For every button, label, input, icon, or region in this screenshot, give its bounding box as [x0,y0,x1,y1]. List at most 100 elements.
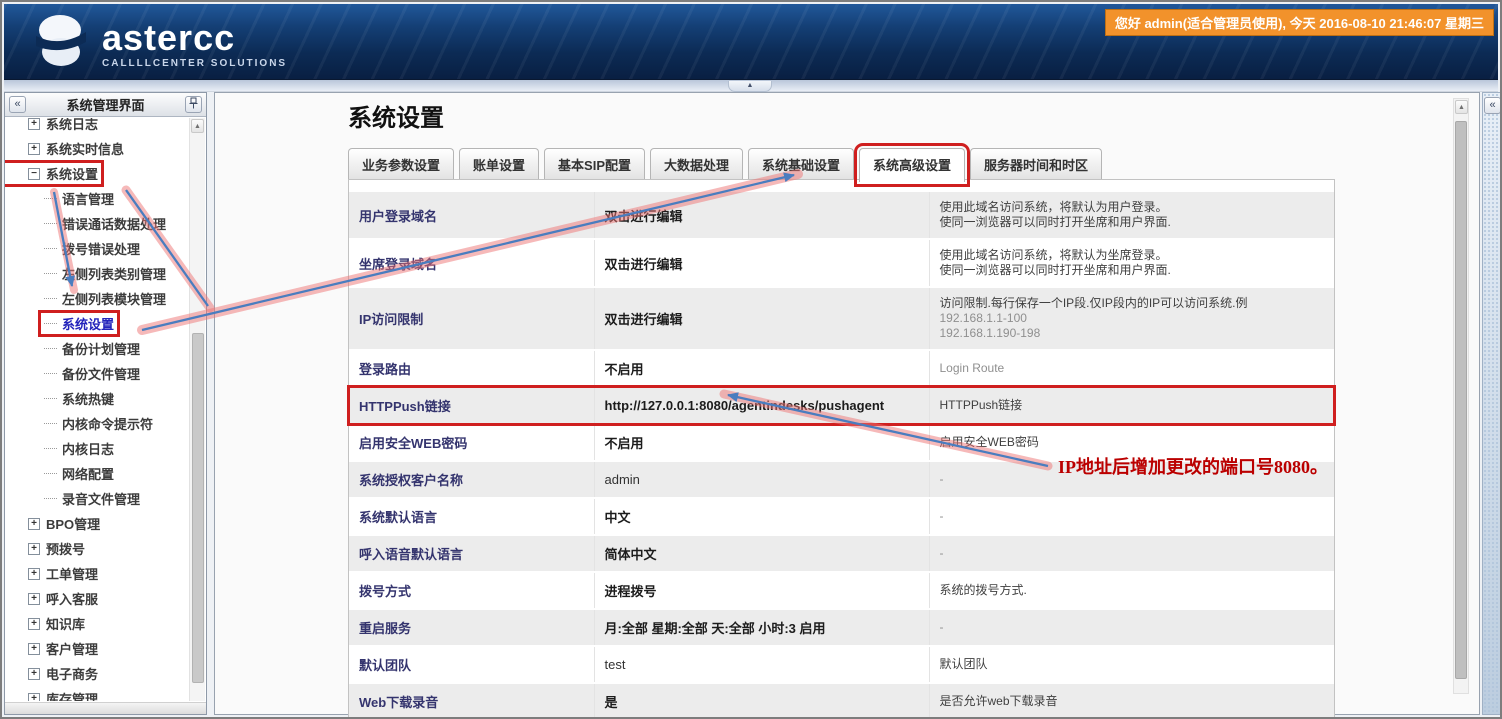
right-panel-collapse-button[interactable]: « [1484,97,1501,114]
tab[interactable]: 账单设置 [459,148,539,180]
scroll-up-button[interactable]: ▲ [1455,100,1468,114]
sidebar-tree-item[interactable]: 语言管理 [5,186,188,211]
main-scrollbar-thumb[interactable] [1455,121,1467,679]
sidebar-tree-item[interactable]: + 知识库 [5,611,188,636]
sidebar-tree-item[interactable]: 错误通话数据处理 [5,211,188,236]
settings-row: HTTPPush链接 http://127.0.0.1:8080/agentin… [349,387,1334,424]
tab[interactable]: 服务器时间和时区 [970,148,1102,180]
tree-item-label: 系统实时信息 [46,139,124,158]
setting-value[interactable]: 中文 [594,498,929,535]
setting-value[interactable]: 不启用 [594,424,929,461]
sidebar-collapse-button[interactable]: « [9,96,26,113]
expand-toggle-icon[interactable]: + [28,593,40,605]
tree-item-label: 网络配置 [62,464,114,483]
setting-value[interactable]: test [594,646,929,683]
sidebar-tree-item[interactable]: + 工单管理 [5,561,188,586]
expand-toggle-icon[interactable]: + [28,568,40,580]
sidebar-tree-item[interactable]: + BPO管理 [5,511,188,536]
setting-value[interactable]: admin [594,461,929,498]
sidebar-tree-item[interactable]: 备份计划管理 [5,336,188,361]
sidebar-tree-item[interactable]: + 电子商务 [5,661,188,686]
tree-item-label: 预拨号 [46,539,85,558]
setting-description: - [929,498,1334,535]
scroll-up-icon: ▲ [194,123,201,130]
setting-value[interactable]: 双击进行编辑 [594,192,929,239]
setting-label: 呼入语音默认语言 [349,535,594,572]
setting-value[interactable]: 简体中文 [594,535,929,572]
pin-icon [189,100,198,112]
page-title: 系统设置 [348,98,444,133]
setting-label: 系统默认语言 [349,498,594,535]
sidebar-tree-item[interactable]: 系统设置 [5,311,188,336]
sidebar-tree-item[interactable]: 拨号错误处理 [5,236,188,261]
sidebar-scrollbar[interactable]: ▲ [189,118,205,701]
tree-item-label: 系统日志 [46,118,98,133]
setting-value[interactable]: 双击进行编辑 [594,239,929,287]
setting-label: Web下载录音 [349,683,594,719]
tree-item-label: 备份文件管理 [62,364,140,383]
setting-value[interactable]: 月:全部 星期:全部 天:全部 小时:3 启用 [594,609,929,646]
expand-toggle-icon[interactable]: + [28,518,40,530]
tab[interactable]: 系统高级设置 [859,148,965,182]
sidebar-tree-item[interactable]: 系统热键 [5,386,188,411]
collapse-left-icon: « [14,98,20,110]
tree-item-label: 左侧列表类别管理 [62,264,166,283]
sidebar-tree-item[interactable]: + 客户管理 [5,636,188,661]
sidebar-header: « 系统管理界面 [5,93,206,117]
tree-item-label: 库存管理 [46,689,98,701]
navigation-tree: + 系统日志 + 系统实时信息 − 系统设置 [5,118,188,701]
setting-value[interactable]: 双击进行编辑 [594,287,929,350]
expand-toggle-icon[interactable]: + [28,543,40,555]
sidebar-scrollbar-thumb[interactable] [192,333,204,683]
tab[interactable]: 大数据处理 [650,148,743,180]
settings-row: 系统默认语言 中文 - [349,498,1334,535]
settings-row: 拨号方式 进程拨号 系统的拨号方式. [349,572,1334,609]
sidebar-tree-item[interactable]: + 系统实时信息 [5,136,188,161]
tab[interactable]: 业务参数设置 [348,148,454,180]
setting-value[interactable]: 是 [594,683,929,719]
expand-toggle-icon[interactable]: + [28,618,40,630]
tab[interactable]: 基本SIP配置 [544,148,645,180]
sidebar-tree-item[interactable]: 录音文件管理 [5,486,188,511]
expand-toggle-icon[interactable]: + [28,668,40,680]
settings-panel: 用户登录域名 双击进行编辑 使用此域名访问系统，将默认为用户登录。使同一浏览器可… [348,179,1335,717]
sidebar-tree-item[interactable]: 网络配置 [5,461,188,486]
settings-row: 用户登录域名 双击进行编辑 使用此域名访问系统，将默认为用户登录。使同一浏览器可… [349,192,1334,239]
expand-toggle-icon[interactable]: + [28,118,40,130]
sidebar-tree-item[interactable]: + 库存管理 [5,686,188,701]
expand-toggle-icon[interactable]: + [28,643,40,655]
settings-row: 坐席登录域名 双击进行编辑 使用此域名访问系统，将默认为坐席登录。使同一浏览器可… [349,239,1334,287]
expand-toggle-icon[interactable]: + [28,693,40,702]
tree-item-label: 语言管理 [62,189,114,208]
main-scrollbar[interactable]: ▲ [1453,98,1469,694]
user-session-banner: 您好 admin(适合管理员使用), 今天 2016-08-10 21:46:0… [1105,9,1494,36]
sidebar-tree-item[interactable]: + 预拨号 [5,536,188,561]
sidebar-tree-item[interactable]: 内核日志 [5,436,188,461]
panel-collapse-handle[interactable]: ▲ [728,81,772,92]
setting-label: 登录路由 [349,350,594,387]
setting-label: 默认团队 [349,646,594,683]
setting-value[interactable]: 进程拨号 [594,572,929,609]
sidebar-tree-item[interactable]: 左侧列表模块管理 [5,286,188,311]
sidebar-tree-item[interactable]: 内核命令提示符 [5,411,188,436]
setting-description: 使用此域名访问系统，将默认为坐席登录。使同一浏览器可以同时打开坐席和用户界面. [929,239,1334,287]
tree-item-label: 内核日志 [62,439,114,458]
sidebar-tree-item[interactable]: + 系统日志 [5,118,188,136]
sidebar-tree-item[interactable]: 左侧列表类别管理 [5,261,188,286]
expand-toggle-icon[interactable]: − [28,168,40,180]
settings-row: 呼入语音默认语言 简体中文 - [349,535,1334,572]
sidebar-tree-item[interactable]: + 呼入客服 [5,586,188,611]
expand-toggle-icon[interactable]: + [28,143,40,155]
sidebar-tree-item[interactable]: − 系统设置 [5,161,188,186]
scroll-up-button[interactable]: ▲ [191,119,204,133]
sidebar-title: 系统管理界面 [26,95,185,114]
setting-value[interactable]: http://127.0.0.1:8080/agentindesks/pusha… [594,387,929,424]
main-panel: 系统设置 业务参数设置 账单设置 基本SIP配置 大数据处理 系统基础设置 系统… [214,92,1480,715]
tab-bar: 业务参数设置 账单设置 基本SIP配置 大数据处理 系统基础设置 系统高级设置 … [348,150,1107,180]
tab[interactable]: 系统基础设置 [748,148,854,180]
right-collapsed-panel[interactable]: « [1482,92,1502,715]
sidebar-tree-item[interactable]: 备份文件管理 [5,361,188,386]
sidebar-pin-button[interactable] [185,96,202,113]
collapse-up-icon: ▲ [747,82,754,89]
setting-value[interactable]: 不启用 [594,350,929,387]
